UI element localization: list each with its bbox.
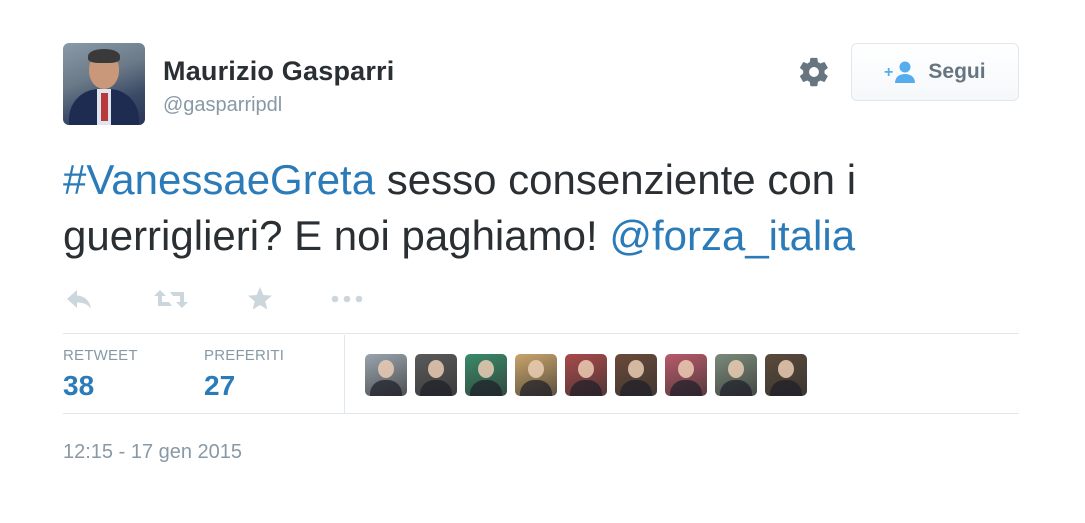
favoriter-avatar-body [670,380,702,396]
favoriter-avatar-head [478,360,494,378]
svg-text:+: + [884,64,893,81]
follow-button-label: Segui [928,60,986,83]
tweet-timestamp[interactable]: 12:15 - 17 gen 2015 [63,441,242,464]
tweet-text: #VanessaeGreta sesso consenziente con i … [63,152,1003,264]
favoriter-avatar-body [770,380,802,396]
follow-user-icon: + [884,61,916,83]
favoriter-avatar[interactable] [365,354,407,396]
mention-link[interactable]: @forza_italia [609,212,855,259]
favoriter-avatar[interactable] [715,354,757,396]
retweet-stat[interactable]: RETWEET 38 [63,347,138,402]
favoriter-avatar-head [728,360,744,378]
favoriter-avatar[interactable] [565,354,607,396]
hashtag-link[interactable]: #VanessaeGreta [63,156,375,203]
favoriter-avatar[interactable] [415,354,457,396]
favoriter-avatar-head [628,360,644,378]
favoriter-avatar-head [428,360,444,378]
favoriter-avatar-body [370,380,402,396]
favoriter-avatar-head [578,360,594,378]
favoriter-avatar[interactable] [665,354,707,396]
user-handle[interactable]: @gasparripdl [163,94,282,117]
favoriter-avatar[interactable] [765,354,807,396]
reply-icon[interactable] [63,284,95,314]
avatar-tie [101,93,108,121]
favoriter-avatar[interactable] [465,354,507,396]
favoriter-avatar-body [570,380,602,396]
tweet-actions [63,284,383,314]
favoriter-avatar-head [778,360,794,378]
favorite-icon[interactable] [246,284,274,314]
favoriter-avatar-body [620,380,652,396]
stats-top-divider [63,333,1019,334]
favoriter-avatar-body [420,380,452,396]
favoriter-avatar-head [378,360,394,378]
stats-bottom-divider [63,413,1019,414]
favoriter-avatar-body [470,380,502,396]
retweet-stat-label: RETWEET [63,347,138,364]
favorites-count: 27 [204,370,236,401]
more-icon[interactable] [329,284,365,314]
favoriter-avatar-body [720,380,752,396]
favoriter-avatar[interactable] [515,354,557,396]
favorites-stat[interactable]: PREFERITI 27 [204,347,284,402]
favoriter-avatar-head [678,360,694,378]
favoriter-avatar-head [528,360,544,378]
favoriter-avatar-body [520,380,552,396]
avatar-hair [88,49,120,63]
favorites-stat-label: PREFERITI [204,347,285,364]
follow-button[interactable]: + Segui [851,43,1019,101]
user-display-name[interactable]: Maurizio Gasparri [163,56,394,87]
retweet-icon[interactable] [153,284,189,314]
user-avatar[interactable] [63,43,145,125]
stats-vertical-divider [344,335,345,413]
favoriter-avatar[interactable] [615,354,657,396]
retweet-count: 38 [63,370,95,401]
gear-icon[interactable] [797,55,831,89]
